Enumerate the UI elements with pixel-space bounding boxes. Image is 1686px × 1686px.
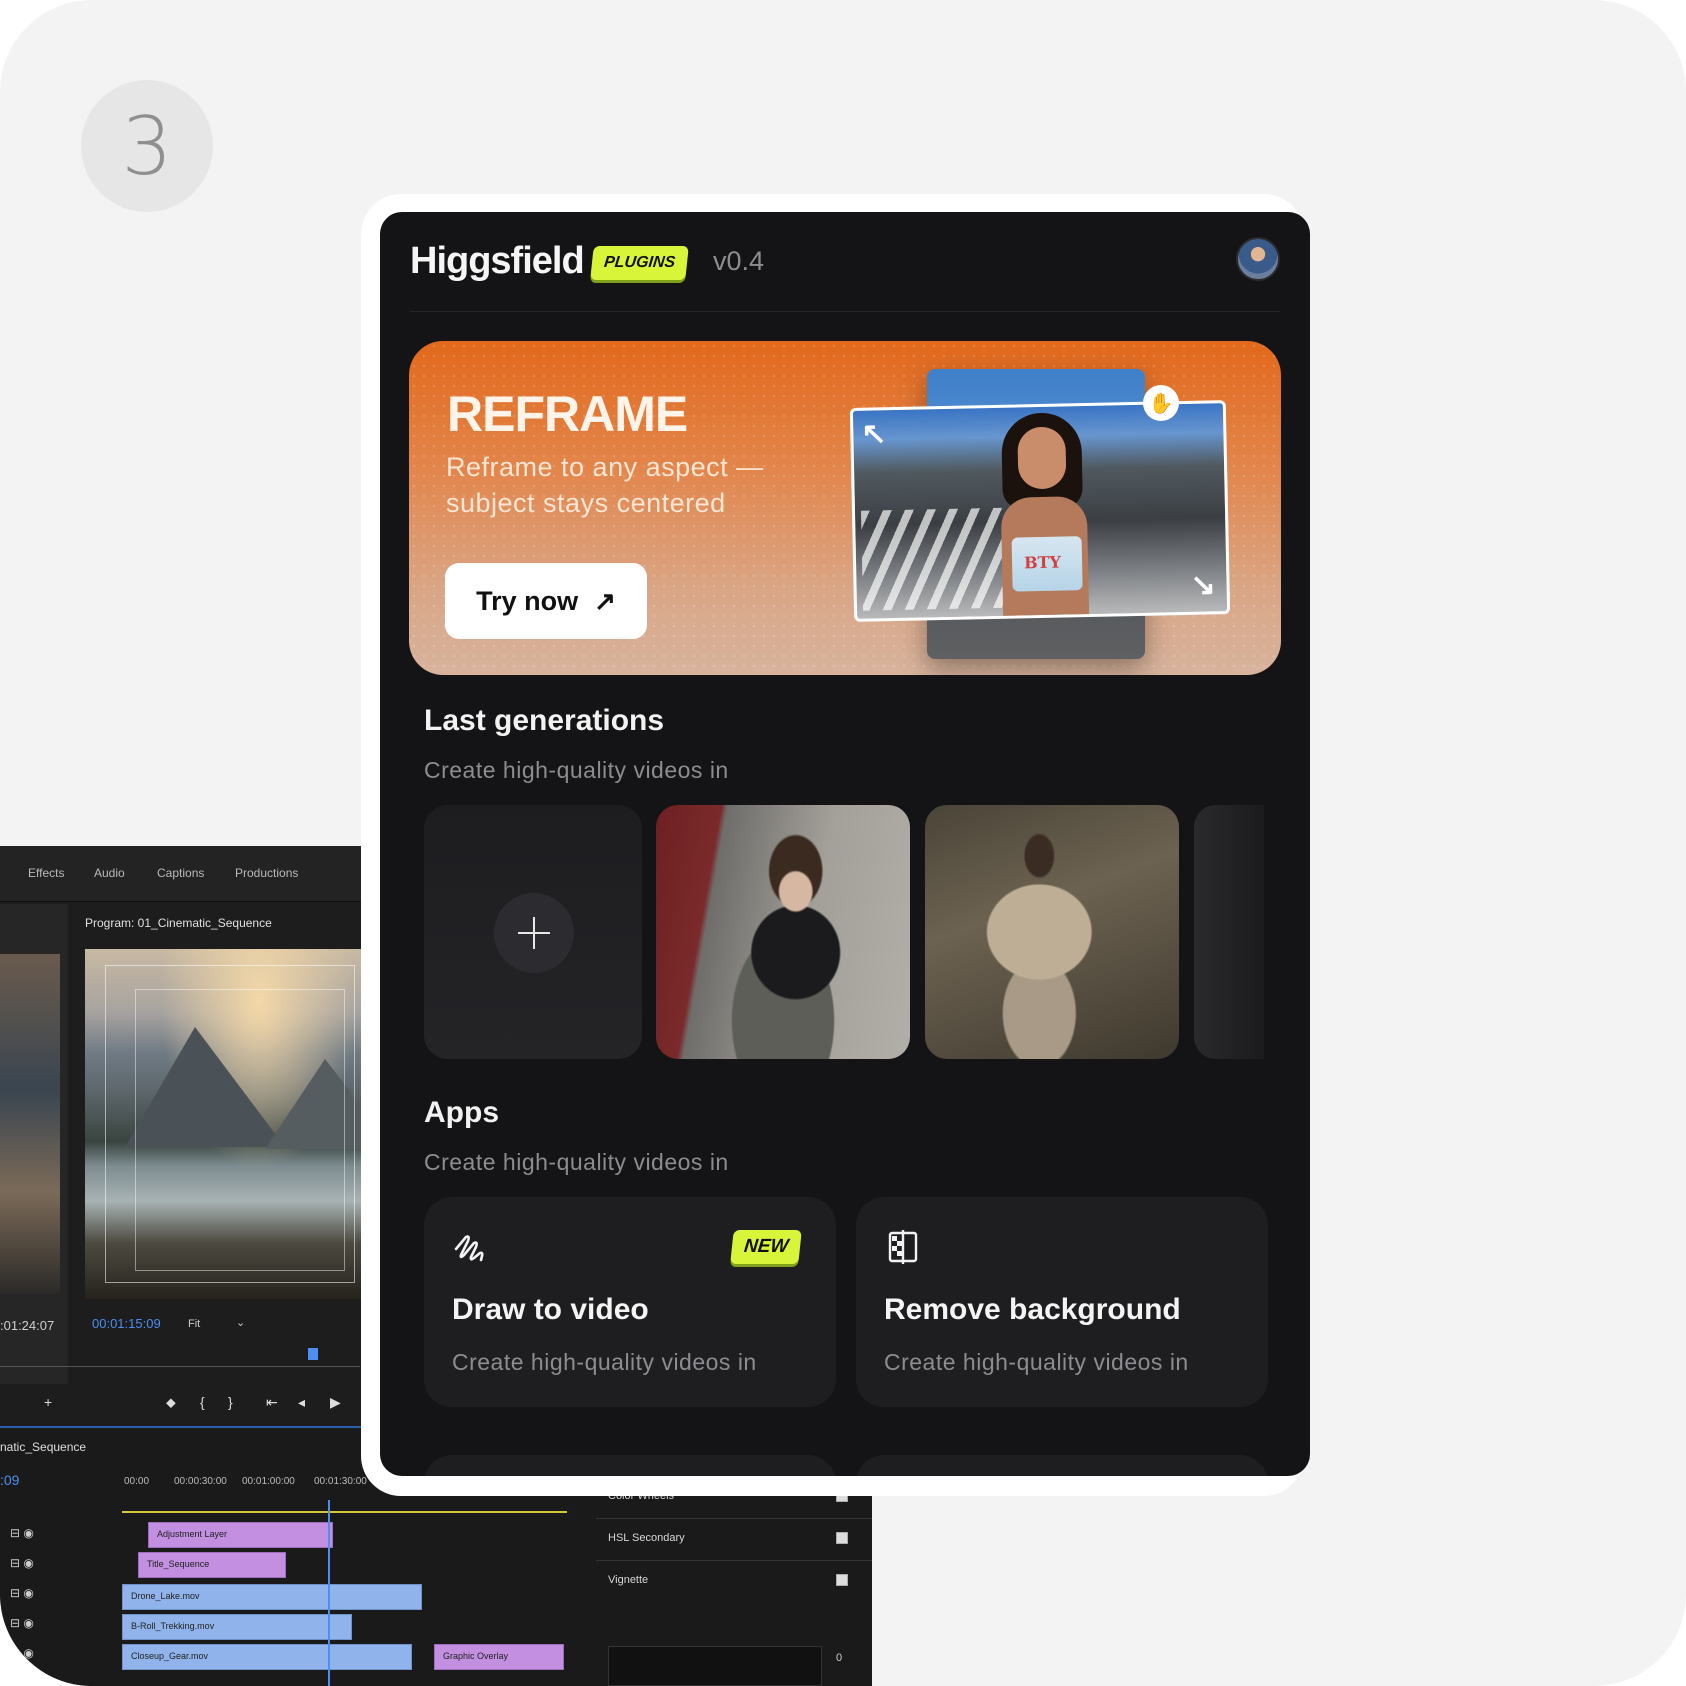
program-monitor-preview xyxy=(85,949,395,1299)
generation-thumbnail[interactable] xyxy=(1194,805,1264,1059)
program-timecode[interactable]: 00:01:15:09 xyxy=(92,1316,161,1331)
brand-logo: Higgsfield xyxy=(410,240,585,282)
chevron-down-icon[interactable]: ⌄ xyxy=(236,1316,245,1329)
app-card-draw-to-video[interactable]: NEW Draw to video Create high-quality vi… xyxy=(424,1197,836,1407)
generation-thumbnail[interactable] xyxy=(925,805,1179,1059)
source-timecode: :01:24:07 xyxy=(0,1318,55,1333)
checkbox[interactable] xyxy=(836,1532,848,1544)
track-visibility-icon[interactable]: ⊟ ◉ xyxy=(10,1616,34,1630)
go-to-in-icon[interactable]: ⇤ xyxy=(266,1394,278,1411)
timeline-clip[interactable]: Drone_Lake.mov xyxy=(122,1584,422,1610)
marker-icon[interactable]: ⬥ xyxy=(166,1394,176,1411)
shirt-lettering: BTY xyxy=(1023,552,1062,573)
app-card-partial[interactable] xyxy=(424,1455,836,1476)
checkbox[interactable] xyxy=(836,1574,848,1586)
app-card-partial[interactable] xyxy=(856,1455,1268,1476)
app-card-remove-background[interactable]: Remove background Create high-quality vi… xyxy=(856,1197,1268,1407)
work-area-bar[interactable] xyxy=(122,1511,567,1513)
sequence-title: natic_Sequence xyxy=(0,1440,87,1454)
program-monitor-title: Program: 01_Cinematic_Sequence xyxy=(85,916,272,930)
app-title: Remove background xyxy=(884,1293,1181,1326)
plugins-badge: PLUGINS xyxy=(590,246,689,280)
banner-subtitle: Reframe to any aspect — subject stays ce… xyxy=(446,452,764,518)
tab-productions[interactable]: Productions xyxy=(235,866,298,880)
version-label: v0.4 xyxy=(713,246,765,276)
hand-grab-icon: ✋ xyxy=(1143,385,1179,421)
step-number: 3 xyxy=(81,80,213,212)
new-badge: NEW xyxy=(730,1230,803,1264)
try-now-button[interactable]: Try now ↗ xyxy=(445,563,647,639)
tab-effects[interactable]: Effects xyxy=(28,866,64,880)
draw-scribble-icon xyxy=(454,1235,484,1262)
timeline-playhead[interactable] xyxy=(328,1500,330,1686)
track-visibility-icon[interactable]: ⊟ ◉ xyxy=(10,1586,34,1600)
reframe-banner[interactable]: REFRAME Reframe to any aspect — subject … xyxy=(409,341,1281,675)
reframe-crop-frame: BTY ↖ ↘ xyxy=(849,400,1231,622)
avatar[interactable] xyxy=(1236,237,1280,281)
ruler-tick: 00:00 xyxy=(124,1476,150,1487)
play-icon[interactable]: ▶ xyxy=(330,1394,341,1411)
plugin-header: Higgsfield PLUGINS v0.4 xyxy=(380,212,1310,312)
divider xyxy=(410,311,1280,312)
mark-out-icon[interactable]: } xyxy=(228,1394,233,1410)
ruler-tick: 00:01:30:00 xyxy=(314,1476,367,1487)
audio-meter xyxy=(608,1646,822,1686)
playhead-marker[interactable] xyxy=(308,1348,318,1360)
step-back-icon[interactable]: ◂ xyxy=(298,1394,305,1411)
timeline-clip[interactable]: Closeup_Gear.mov xyxy=(122,1644,412,1670)
crosswalk-stripes xyxy=(860,507,1014,611)
app-title: Draw to video xyxy=(452,1293,649,1326)
lumetri-hsl-secondary[interactable]: HSL Secondary xyxy=(608,1532,685,1544)
divider xyxy=(596,1518,872,1519)
arrow-down-right-icon: ↘ xyxy=(1190,568,1217,602)
mark-in-icon[interactable]: { xyxy=(200,1394,205,1410)
safe-area-inner xyxy=(135,989,345,1271)
arrow-up-left-icon: ↖ xyxy=(861,417,887,451)
remove-background-icon xyxy=(888,1230,918,1264)
last-generations-title: Last generations xyxy=(424,704,665,737)
lumetri-vignette[interactable]: Vignette xyxy=(608,1574,648,1586)
meter-label: 0 xyxy=(836,1652,843,1664)
add-marker-icon[interactable]: + xyxy=(44,1394,52,1410)
timeline-clip[interactable]: Graphic Overlay xyxy=(434,1644,564,1670)
apps-title: Apps xyxy=(424,1096,499,1129)
card-background: 3 Effects Audio Captions Productions :01… xyxy=(0,0,1686,1686)
ruler-tick: 00:00:30:00 xyxy=(174,1476,227,1487)
zoom-fit-select[interactable]: Fit xyxy=(188,1318,200,1330)
generation-thumbnail[interactable] xyxy=(656,805,910,1059)
divider xyxy=(596,1560,872,1561)
track-visibility-icon[interactable]: ⊟ ◉ xyxy=(10,1646,34,1660)
app-subtitle: Create high-quality videos in xyxy=(884,1349,1189,1375)
try-now-label: Try now xyxy=(476,585,579,616)
track-visibility-icon[interactable]: ⊟ ◉ xyxy=(10,1526,34,1540)
last-generations-subtitle: Create high-quality videos in xyxy=(424,757,729,783)
ruler-tick: 00:01:00:00 xyxy=(242,1476,295,1487)
higgsfield-plugin-panel: Higgsfield PLUGINS v0.4 REFRAME Reframe … xyxy=(380,212,1310,1476)
subject-face xyxy=(1017,426,1067,490)
sequence-timecode[interactable]: :09 xyxy=(0,1472,19,1488)
track-visibility-icon[interactable]: ⊟ ◉ xyxy=(10,1556,34,1570)
scrub-bar[interactable] xyxy=(0,1366,360,1367)
source-preview xyxy=(0,954,60,1294)
apps-subtitle: Create high-quality videos in xyxy=(424,1149,729,1175)
arrow-up-right-icon: ↗ xyxy=(594,585,616,616)
timeline-clip[interactable]: Adjustment Layer xyxy=(148,1522,333,1548)
tab-audio[interactable]: Audio xyxy=(94,866,125,880)
new-generation-button[interactable] xyxy=(424,805,642,1059)
timeline-clip[interactable]: Title_Sequence xyxy=(138,1552,286,1578)
app-subtitle: Create high-quality videos in xyxy=(452,1349,757,1375)
source-monitor xyxy=(0,904,68,1384)
plus-icon xyxy=(494,893,574,973)
tab-captions[interactable]: Captions xyxy=(157,866,204,880)
banner-title: REFRAME xyxy=(447,386,688,442)
timeline-clip[interactable]: B-Roll_Trekking.mov xyxy=(122,1614,352,1640)
